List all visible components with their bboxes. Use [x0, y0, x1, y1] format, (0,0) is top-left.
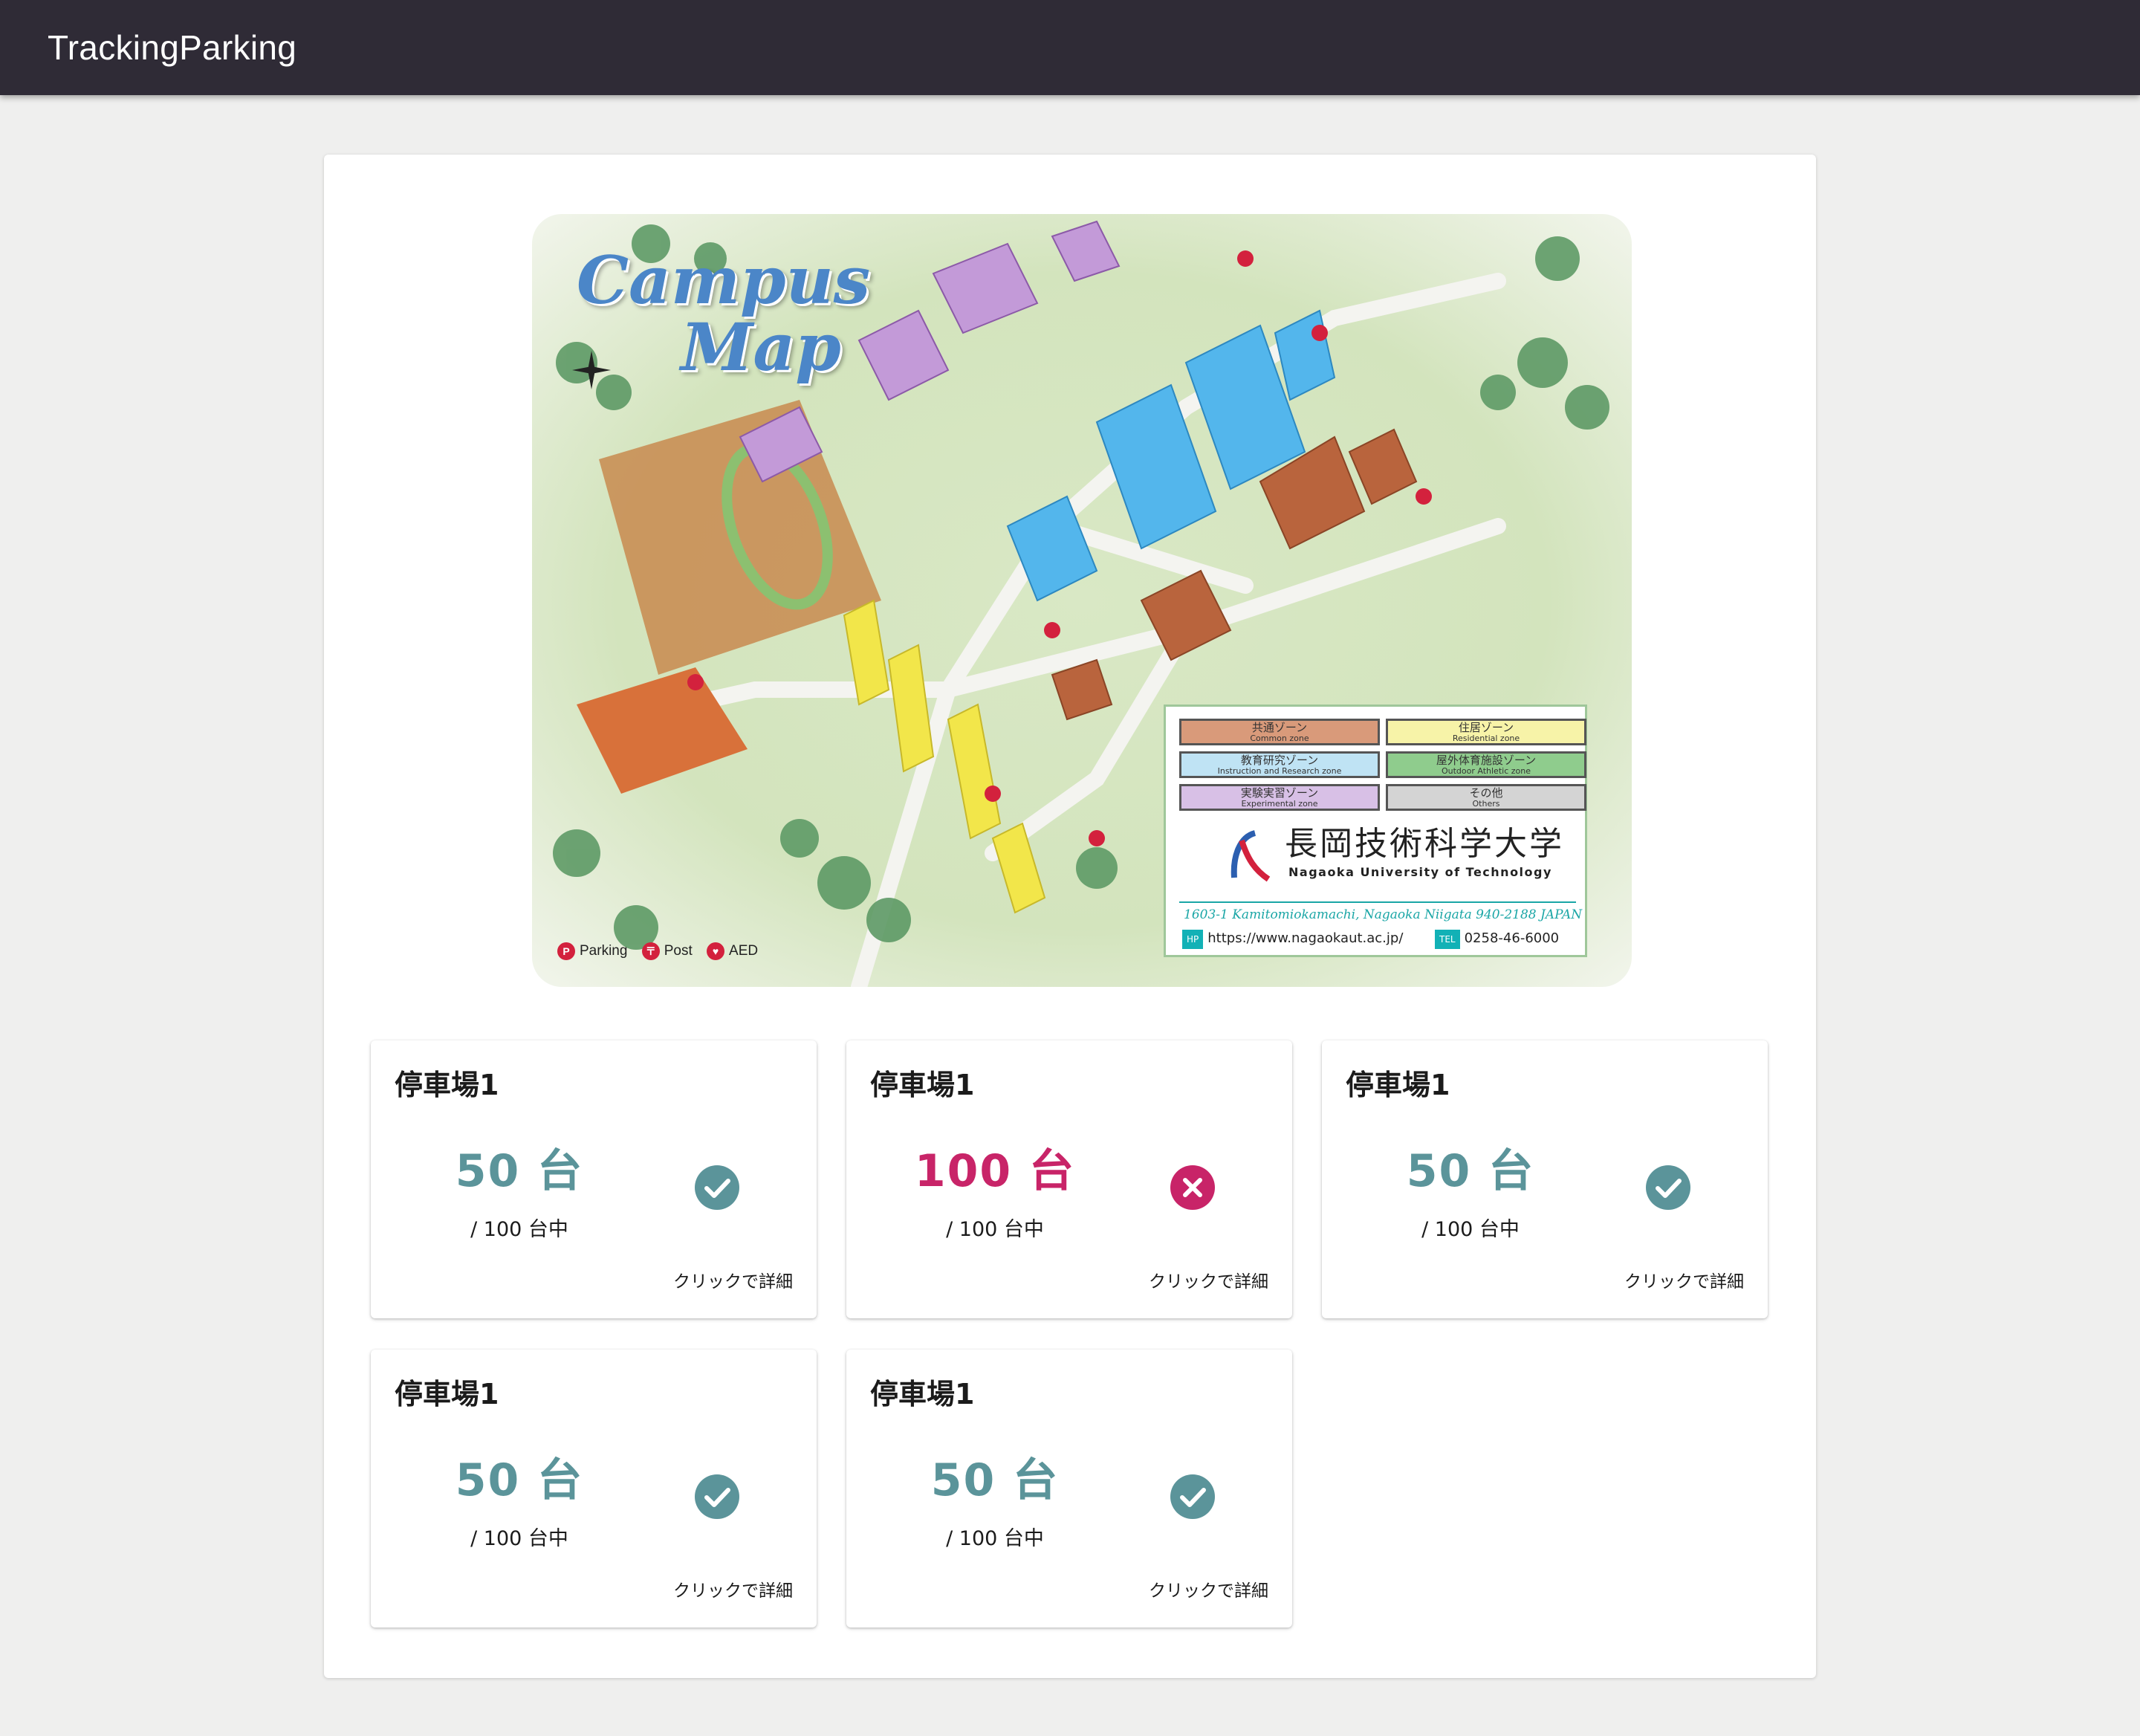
zone-experimental-jp: 実験実習ゾーン: [1240, 786, 1319, 800]
check-circle-icon: [1646, 1165, 1690, 1210]
key-aed: ♥ AED: [707, 942, 758, 960]
zone-instruction-en: Instruction and Research zone: [1217, 766, 1342, 776]
university-name-en: Nagaoka University of Technology: [1288, 865, 1552, 879]
map-key: P Parking 〒 Post ♥ AED: [557, 942, 768, 960]
zone-residential: 住居ゾーン Residential zone: [1386, 719, 1586, 745]
key-parking: P Parking: [557, 942, 627, 960]
university-tel: TEL 0258-46-6000: [1435, 930, 1559, 949]
app-bar: TrackingParking: [0, 0, 2140, 95]
detail-link[interactable]: クリックで詳細: [1624, 1271, 1744, 1293]
hp-url: https://www.nagaokaut.ac.jp/: [1207, 930, 1404, 946]
parking-count: 50 台: [455, 1145, 584, 1197]
check-circle-icon: [695, 1165, 739, 1210]
zone-others-jp: その他: [1469, 786, 1503, 800]
aed-icon: ♥: [707, 942, 725, 960]
divider: [1179, 901, 1576, 903]
university-name-jp: 長岡技術科学大学: [1285, 825, 1564, 863]
zone-instruction: 教育研究ゾーン Instruction and Research zone: [1179, 751, 1380, 778]
parking-name: 停車場1: [395, 1069, 499, 1101]
detail-link[interactable]: クリックで詳細: [673, 1271, 793, 1293]
parking-total: / 100 台中: [946, 1527, 1044, 1550]
key-aed-label: AED: [729, 943, 759, 959]
zone-common: 共通ゾーン Common zone: [1179, 719, 1380, 745]
parking-count: 50 台: [1406, 1145, 1535, 1197]
check-circle-icon: [1170, 1474, 1215, 1519]
parking-count: 50 台: [455, 1454, 584, 1506]
app-title[interactable]: TrackingParking: [48, 25, 296, 70]
map-title: Campus Map: [577, 247, 904, 380]
parking-total: / 100 台中: [470, 1527, 568, 1550]
map-title-line1: Campus: [577, 242, 871, 319]
parking-name: 停車場1: [395, 1378, 499, 1410]
zone-residential-jp: 住居ゾーン: [1458, 721, 1514, 734]
zone-experimental-en: Experimental zone: [1241, 799, 1318, 809]
parking-name: 停車場1: [1346, 1069, 1450, 1101]
key-parking-label: Parking: [580, 943, 628, 959]
parking-count: 100 台: [914, 1145, 1076, 1197]
zone-experimental: 実験実習ゾーン Experimental zone: [1179, 784, 1380, 811]
parking-card[interactable]: 停車場1 100 台 / 100 台中 クリックで詳細: [846, 1040, 1292, 1318]
key-post: 〒 Post: [641, 942, 693, 960]
zone-common-en: Common zone: [1250, 733, 1309, 743]
zone-others: その他 Others: [1386, 784, 1586, 811]
zone-athletic-jp: 屋外体育施設ゾーン: [1436, 754, 1537, 767]
parking-card[interactable]: 停車場1 50 台 / 100 台中 クリックで詳細: [1322, 1040, 1768, 1318]
detail-link[interactable]: クリックで詳細: [673, 1580, 793, 1602]
map-title-line2: Map: [681, 308, 841, 386]
parking-total: / 100 台中: [470, 1218, 568, 1241]
zone-athletic: 屋外体育施設ゾーン Outdoor Athletic zone: [1386, 751, 1586, 778]
map-legend: 共通ゾーン Common zone 住居ゾーン Residential zone…: [1164, 705, 1587, 957]
parking-name: 停車場1: [870, 1069, 975, 1101]
parking-total: / 100 台中: [946, 1218, 1044, 1241]
main-panel: Campus Map 共通ゾーン Common zone 住居ゾーン Resid…: [324, 155, 1816, 1678]
parking-count: 50 台: [930, 1454, 1060, 1506]
post-icon: 〒: [641, 942, 660, 960]
athletic-field: [599, 400, 881, 675]
hp-tag: HP: [1182, 930, 1204, 949]
zone-common-jp: 共通ゾーン: [1251, 721, 1308, 734]
parking-card[interactable]: 停車場1 50 台 / 100 台中 クリックで詳細: [846, 1350, 1292, 1628]
university-hp: HP https://www.nagaokaut.ac.jp/: [1182, 930, 1403, 949]
parking-card[interactable]: 停車場1 50 台 / 100 台中 クリックで詳細: [371, 1350, 817, 1628]
parking-icon: P: [557, 942, 575, 960]
campus-map: Campus Map 共通ゾーン Common zone 住居ゾーン Resid…: [532, 214, 1632, 987]
detail-link[interactable]: クリックで詳細: [1149, 1271, 1268, 1293]
tel-tag: TEL: [1435, 930, 1460, 949]
tel-number: 0258-46-6000: [1464, 930, 1560, 946]
detail-link[interactable]: クリックで詳細: [1149, 1580, 1268, 1602]
university-logo: [1230, 830, 1271, 882]
residential-buildings: [843, 599, 1046, 914]
key-post-label: Post: [664, 943, 693, 959]
zone-instruction-jp: 教育研究ゾーン: [1240, 754, 1319, 767]
parking-name: 停車場1: [870, 1378, 975, 1410]
university-address: 1603-1 Kamitomiokamachi, Nagaoka Niigata…: [1184, 907, 1583, 922]
zone-residential-en: Residential zone: [1452, 733, 1520, 743]
zone-athletic-en: Outdoor Athletic zone: [1441, 766, 1531, 776]
zone-others-en: Others: [1472, 799, 1500, 809]
parking-total: / 100 台中: [1421, 1218, 1520, 1241]
tennis-court: [577, 667, 748, 794]
parking-card[interactable]: 停車場1 50 台 / 100 台中 クリックで詳細: [371, 1040, 817, 1318]
close-circle-icon: [1170, 1165, 1215, 1210]
check-circle-icon: [695, 1474, 739, 1519]
